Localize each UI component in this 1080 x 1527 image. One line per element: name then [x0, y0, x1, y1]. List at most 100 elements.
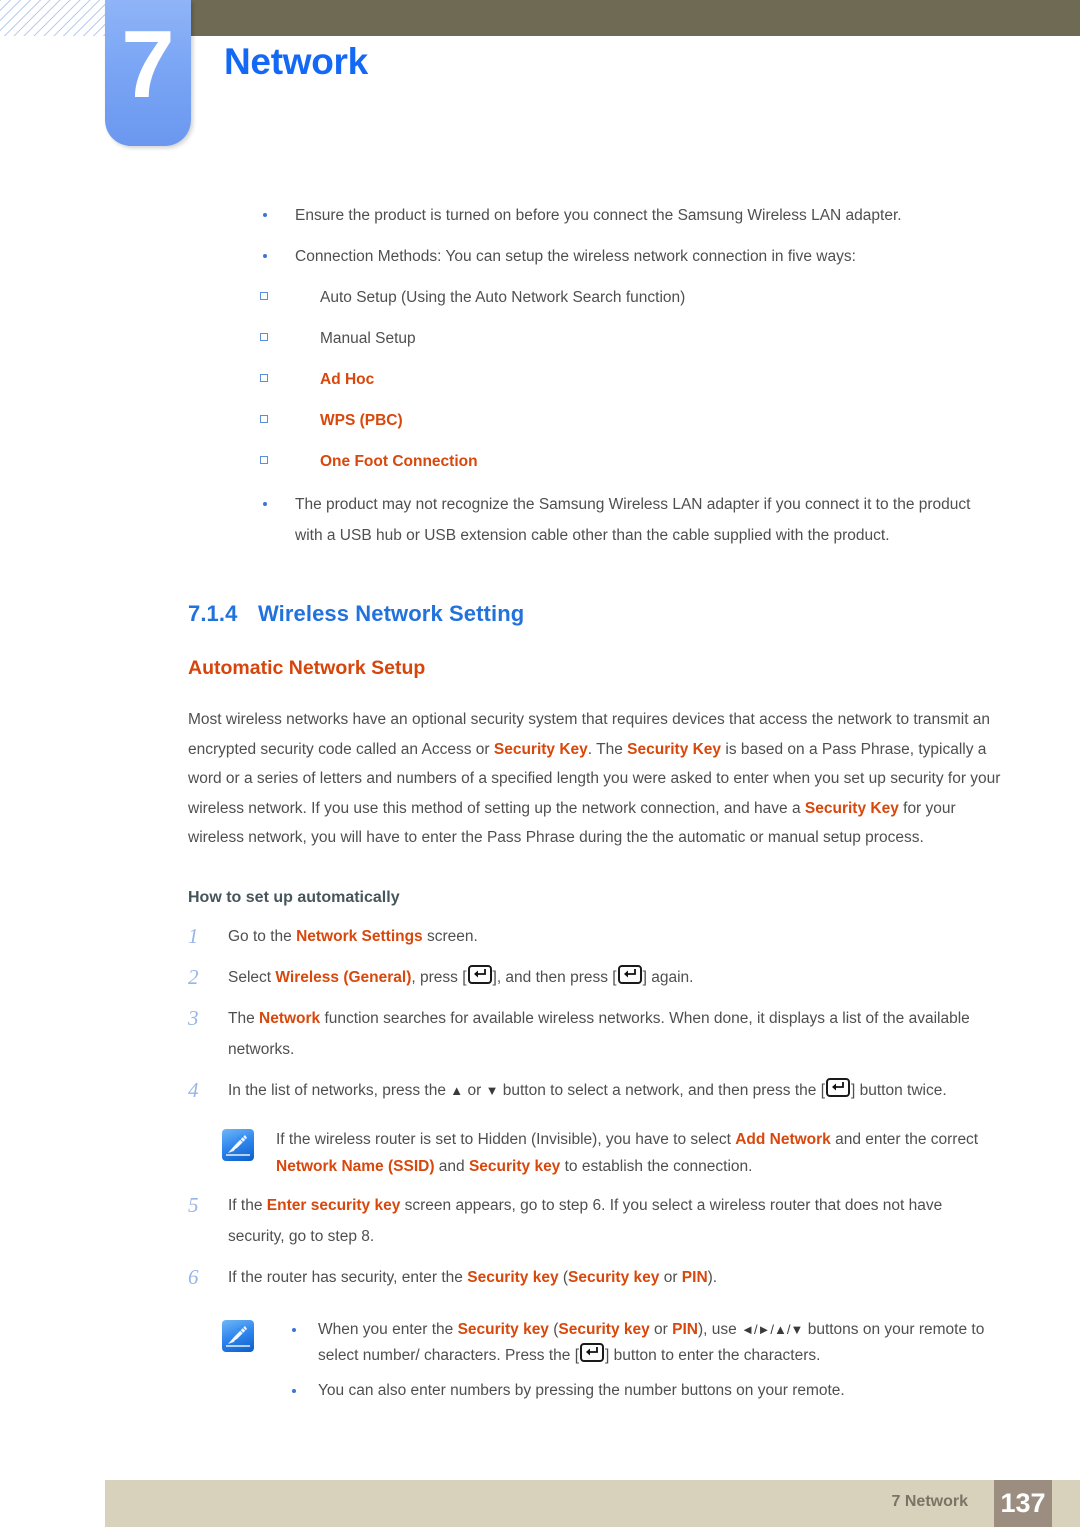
- step-number: 3: [188, 1005, 199, 1030]
- list-item-label: Connection Methods: You can setup the wi…: [295, 248, 856, 265]
- highlighted-term: Security key: [467, 1268, 559, 1286]
- section-title: Wireless Network Setting: [258, 601, 525, 626]
- step-item: 2 Select Wireless (General), press [], an…: [0, 962, 1080, 993]
- text-run: You can also enter numbers by pressing t…: [318, 1381, 845, 1399]
- note-text: When you enter the Security key (Securit…: [276, 1317, 998, 1413]
- list-item-label: WPS (PBC): [320, 412, 403, 429]
- direction-arrow-icon: ▲: [450, 1082, 464, 1098]
- chapter-title: Network: [224, 41, 368, 82]
- bullet-dot-icon: [292, 1388, 296, 1393]
- highlighted-term: Network Name (SSID): [276, 1157, 435, 1175]
- highlighted-term: Enter security key: [266, 1196, 401, 1214]
- bullet-square-icon: [248, 446, 320, 477]
- note-list-item: When you enter the Security key (Securit…: [276, 1317, 998, 1369]
- list-item-label: Auto Setup (Using the Auto Network Searc…: [320, 289, 686, 306]
- note-pen-icon: [222, 1319, 254, 1352]
- text-run: ], and then press [: [492, 968, 617, 986]
- text-run: Select: [228, 968, 276, 986]
- page-footer: 7 Network 137: [105, 1480, 1080, 1527]
- text-run: and enter the correct: [830, 1130, 979, 1148]
- term-security-key-2: Security Key: [627, 740, 722, 758]
- page-content: Ensure the product is turned on before y…: [0, 200, 1080, 1413]
- step-text: The Network function searches for availa…: [228, 1003, 1002, 1065]
- list-item-label: Ad Hoc: [320, 371, 375, 388]
- chapter-tab: 7: [105, 0, 191, 146]
- highlighted-term: Security key: [568, 1268, 660, 1286]
- direction-arrow-icon: ◄/►/▲/▼: [741, 1321, 804, 1337]
- text-run: button to select a network, and then pre…: [498, 1081, 825, 1099]
- highlighted-term: Security key: [558, 1320, 650, 1338]
- bullet-square-icon: [248, 323, 320, 354]
- steps-group-a: 1 Go to the Network Settings screen. 2 Sele…: [0, 921, 1080, 1106]
- step-item: 3 The Network function searches for avail…: [0, 1003, 1080, 1065]
- list-item-label: Manual Setup: [320, 330, 416, 347]
- text-run: If the router has security, enter the: [228, 1268, 468, 1286]
- bullet-dot-icon: [188, 200, 295, 231]
- text-run: ] button twice.: [851, 1081, 947, 1099]
- list-item: Manual Setup: [0, 323, 1080, 354]
- step-item: 5 If the Enter security key screen appear…: [0, 1190, 1080, 1252]
- header-olive-bar: [190, 0, 1080, 36]
- section-subheading: Automatic Network Setup: [188, 657, 426, 679]
- text-run: If the: [228, 1196, 267, 1214]
- step-text: Select Wireless (General), press [], and…: [228, 962, 1002, 993]
- step-item: 4 In the list of networks, press the ▲ or…: [0, 1075, 1080, 1106]
- note-pen-icon: [222, 1128, 254, 1161]
- highlighted-term: Security key: [468, 1157, 561, 1175]
- step-number: 5: [188, 1192, 199, 1217]
- text-run: The: [228, 1009, 260, 1027]
- bullet-dot-icon: [188, 489, 295, 551]
- text-run: or: [649, 1320, 673, 1338]
- bullet-square-icon: [248, 282, 320, 313]
- list-item: Ensure the product is turned on before y…: [0, 200, 1080, 231]
- text-run: screen.: [422, 927, 478, 945]
- howto-heading: How to set up automatically: [188, 888, 400, 906]
- bullet-square-icon: [248, 405, 320, 436]
- text-run: (: [558, 1268, 569, 1286]
- paragraph-part-2: . The: [587, 740, 628, 758]
- intro-bullet-list: Ensure the product is turned on before y…: [0, 200, 1080, 272]
- step-item: 6 If the router has security, enter the S…: [0, 1262, 1080, 1293]
- text-run: and: [434, 1157, 469, 1175]
- term-security-key-1: Security Key: [493, 740, 588, 758]
- footer-page-number: 137: [994, 1480, 1052, 1527]
- section-heading: 7.1.4 Wireless Network Setting: [0, 597, 1080, 631]
- list-item-label: One Foot Connection: [320, 453, 478, 470]
- enter-key-icon: [467, 964, 492, 984]
- list-item: WPS (PBC): [0, 405, 1080, 436]
- step-text: Go to the Network Settings screen.: [228, 921, 1002, 952]
- text-run: function searches for available wireless…: [228, 1009, 970, 1058]
- bullet-square-icon: [248, 364, 320, 395]
- enter-key-icon: [580, 1342, 605, 1362]
- text-run: to establish the connection.: [560, 1157, 753, 1175]
- highlighted-term: Add Network: [735, 1130, 831, 1148]
- list-item: One Foot Connection: [0, 446, 1080, 477]
- enter-key-icon: [826, 1077, 850, 1097]
- list-item: The product may not recognize the Samsun…: [0, 489, 1080, 551]
- step-text: If the Enter security key screen appears…: [228, 1190, 1002, 1252]
- hatch-pattern-decoration: [0, 0, 108, 36]
- page-header: 7 Network: [0, 0, 1080, 160]
- steps-group-b: 5 If the Enter security key screen appear…: [0, 1190, 1080, 1293]
- text-run: ] again.: [642, 968, 694, 986]
- text-run: , press [: [411, 968, 467, 986]
- list-item: Ad Hoc: [0, 364, 1080, 395]
- highlighted-term: PIN: [672, 1320, 698, 1338]
- list-item: Auto Setup (Using the Auto Network Searc…: [0, 282, 1080, 313]
- text-run: In the list of networks, press the: [228, 1081, 451, 1099]
- text-run: or: [659, 1268, 682, 1286]
- text-run: If the wireless router is set to Hidden …: [276, 1130, 736, 1148]
- bullet-dot-icon: [188, 241, 295, 272]
- text-run: Go to the: [228, 927, 297, 945]
- highlighted-term: Network Settings: [296, 927, 423, 945]
- highlighted-term: Security key: [457, 1320, 549, 1338]
- step-number: 1: [188, 923, 199, 948]
- note-hidden-router: If the wireless router is set to Hidden …: [0, 1126, 1080, 1180]
- list-item: Connection Methods: You can setup the wi…: [0, 241, 1080, 272]
- note-text: If the wireless router is set to Hidden …: [276, 1126, 998, 1180]
- note-bullet-list: When you enter the Security key (Securit…: [276, 1317, 998, 1404]
- term-security-key-3: Security Key: [804, 799, 899, 817]
- list-item-label: Ensure the product is turned on before y…: [295, 207, 902, 224]
- text-run: (: [548, 1320, 559, 1338]
- note-security-key-entry: When you enter the Security key (Securit…: [0, 1317, 1080, 1413]
